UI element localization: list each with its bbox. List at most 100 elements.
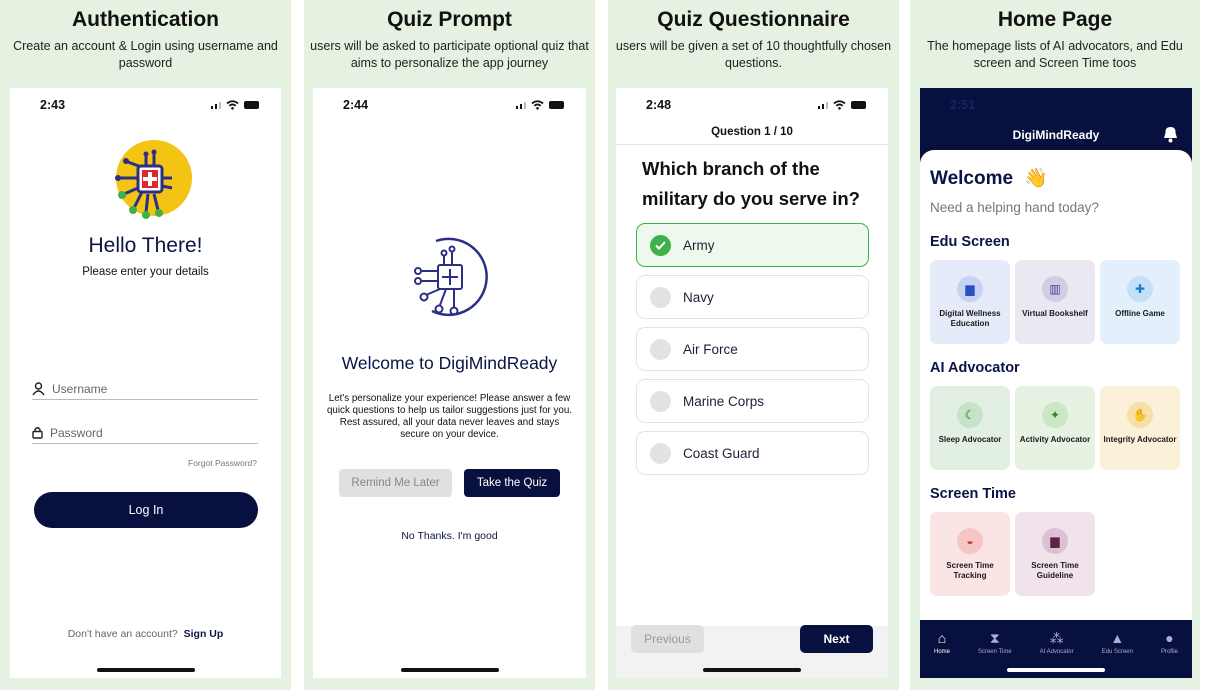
home-indicator [96, 668, 195, 672]
user-icon [32, 381, 45, 395]
tile-screen-time-tracking[interactable]: ◒ Screen Time Tracking [930, 512, 1010, 596]
option-marine-corps[interactable]: Marine Corps [636, 379, 869, 423]
nav-ai-advocator[interactable]: ⁂ AI Advocator [1040, 630, 1074, 655]
remind-later-button[interactable]: Remind Me Later [339, 469, 452, 497]
home-panel: Home Page The homepage lists of AI advoc… [910, 0, 1200, 690]
option-coast-guard[interactable]: Coast Guard [636, 431, 869, 475]
panel-title: Quiz Prompt [387, 8, 512, 31]
password-field[interactable]: Password [32, 422, 258, 444]
quiz-prompt-screen: 2:44 Welcome to DigiMindReady Let's pers… [313, 88, 586, 678]
radio-icon [650, 338, 671, 360]
running-icon: ✦ [1042, 402, 1068, 428]
screen-time-section-title: Screen Time [930, 486, 1016, 502]
username-placeholder: Username [52, 381, 108, 396]
tile-label: Screen Time Guideline [1031, 561, 1079, 580]
radio-icon [650, 286, 671, 308]
welcome-text: Welcome [930, 168, 1014, 189]
graduation-cap-icon: ▲ [1110, 629, 1125, 646]
quiz-questionnaire-panel: Quiz Questionnaire users will be given a… [608, 0, 899, 690]
status-icons [515, 100, 564, 110]
tile-label: Activity Advocator [1019, 435, 1091, 444]
option-army[interactable]: Army [636, 223, 869, 267]
take-quiz-button[interactable]: Take the Quiz [464, 469, 560, 497]
nav-label: Profile [1160, 648, 1178, 655]
tile-label: Sleep Advocator [938, 435, 1002, 444]
no-thanks-link[interactable]: No Thanks. I'm good [313, 530, 586, 542]
tile-label: Digital Wellness Education [939, 309, 1001, 328]
moon-icon: ☾ [957, 402, 983, 428]
nav-edu-screen[interactable]: ▲ Edu Screen [1102, 630, 1133, 655]
signup-row: Don't have an account? Sign Up [10, 628, 281, 640]
login-screen: 2:43 Hello There! Please enter your deta… [10, 88, 281, 678]
tile-screen-time-guideline[interactable]: ▆ Screen Time Guideline [1015, 512, 1095, 596]
tile-offline-game[interactable]: ✚ Offline Game [1100, 260, 1180, 344]
option-label: Marine Corps [683, 393, 765, 409]
stopwatch-icon: ◒ [957, 528, 983, 554]
sparkle-icon: ⁂ [1049, 629, 1064, 646]
gamepad-icon: ✚ [1127, 276, 1153, 302]
password-placeholder: Password [50, 425, 103, 440]
lock-icon [32, 427, 43, 439]
auth-panel: Authentication Create an account & Login… [0, 0, 291, 690]
tile-label: Integrity Advocator [1103, 435, 1177, 444]
status-time: 2:44 [343, 98, 369, 112]
panel-subtitle: users will be asked to participate optio… [310, 39, 589, 70]
home-icon: ⌂ [937, 629, 947, 646]
panel-subtitle: Create an account & Login using username… [13, 39, 278, 70]
tagline: Need a helping hand today? [930, 200, 1099, 215]
hourglass-icon: ⧗ [989, 629, 1000, 646]
next-button[interactable]: Next [800, 625, 873, 653]
radio-icon [650, 442, 671, 464]
panel-title: Authentication [72, 8, 219, 31]
ai-section-title: AI Advocator [930, 360, 1020, 376]
tile-label: Screen Time Tracking [946, 561, 994, 580]
wifi-icon [833, 100, 846, 110]
option-label: Navy [683, 289, 714, 305]
home-content: Welcome 👋 Need a helping hand today? Edu… [920, 150, 1192, 620]
home-indicator [400, 668, 499, 672]
bookshelf-icon: ▥ [1042, 276, 1068, 302]
open-book-icon: ▆ [1042, 528, 1068, 554]
nav-profile[interactable]: ● Profile [1161, 630, 1178, 655]
status-time: 2:51 [950, 98, 976, 112]
panel-subtitle: The homepage lists of AI advocators, and… [927, 39, 1183, 70]
option-navy[interactable]: Navy [636, 275, 869, 319]
panel-title: Home Page [997, 8, 1113, 31]
signal-icon [817, 101, 828, 109]
tile-sleep-advocator[interactable]: ☾ Sleep Advocator [930, 386, 1010, 470]
tile-virtual-bookshelf[interactable]: ▥ Virtual Bookshelf [1015, 260, 1095, 344]
login-subheading: Please enter your details [82, 266, 209, 278]
previous-button[interactable]: Previous [631, 625, 704, 653]
home-indicator [1007, 668, 1105, 672]
username-field[interactable]: Username [32, 378, 258, 400]
person-icon: ● [1165, 629, 1174, 646]
battery-icon [851, 101, 866, 109]
quiz-screen: 2:48 Question 1 / 10 Which branch of the… [616, 88, 888, 678]
forgot-password-link[interactable]: Forgot Password? [188, 458, 257, 468]
nav-screen-time[interactable]: ⧗ Screen Time [978, 630, 1012, 655]
wifi-icon [531, 100, 544, 110]
nav-label: AI Advocator [1039, 648, 1074, 655]
option-label: Air Force [683, 341, 738, 357]
signup-link[interactable]: Sign Up [184, 628, 224, 640]
hand-icon: ✋ [1127, 402, 1153, 428]
battery-icon [244, 101, 259, 109]
tile-digital-wellness[interactable]: ▆ Digital Wellness Education [930, 260, 1010, 344]
bell-icon[interactable] [1163, 126, 1178, 143]
header-divider [616, 144, 888, 145]
app-logo-outline [414, 237, 488, 317]
prompt-heading: Welcome to DigiMindReady [341, 353, 558, 373]
tile-activity-advocator[interactable]: ✦ Activity Advocator [1015, 386, 1095, 470]
option-air-force[interactable]: Air Force [636, 327, 869, 371]
nav-label: Home [933, 648, 950, 655]
welcome-heading: Welcome 👋 [930, 166, 1048, 190]
no-account-text: Don't have an account? [67, 628, 178, 640]
login-button[interactable]: Log In [34, 492, 258, 528]
home-screen: 2:51 DigiMindReady Welcome 👋 Need a help… [920, 88, 1192, 678]
home-indicator [703, 668, 801, 672]
tile-integrity-advocator[interactable]: ✋ Integrity Advocator [1100, 386, 1180, 470]
login-heading: Hello There! [88, 234, 203, 257]
question-progress: Question 1 / 10 [711, 126, 793, 138]
app-logo [115, 140, 192, 219]
nav-home[interactable]: ⌂ Home [934, 630, 950, 655]
